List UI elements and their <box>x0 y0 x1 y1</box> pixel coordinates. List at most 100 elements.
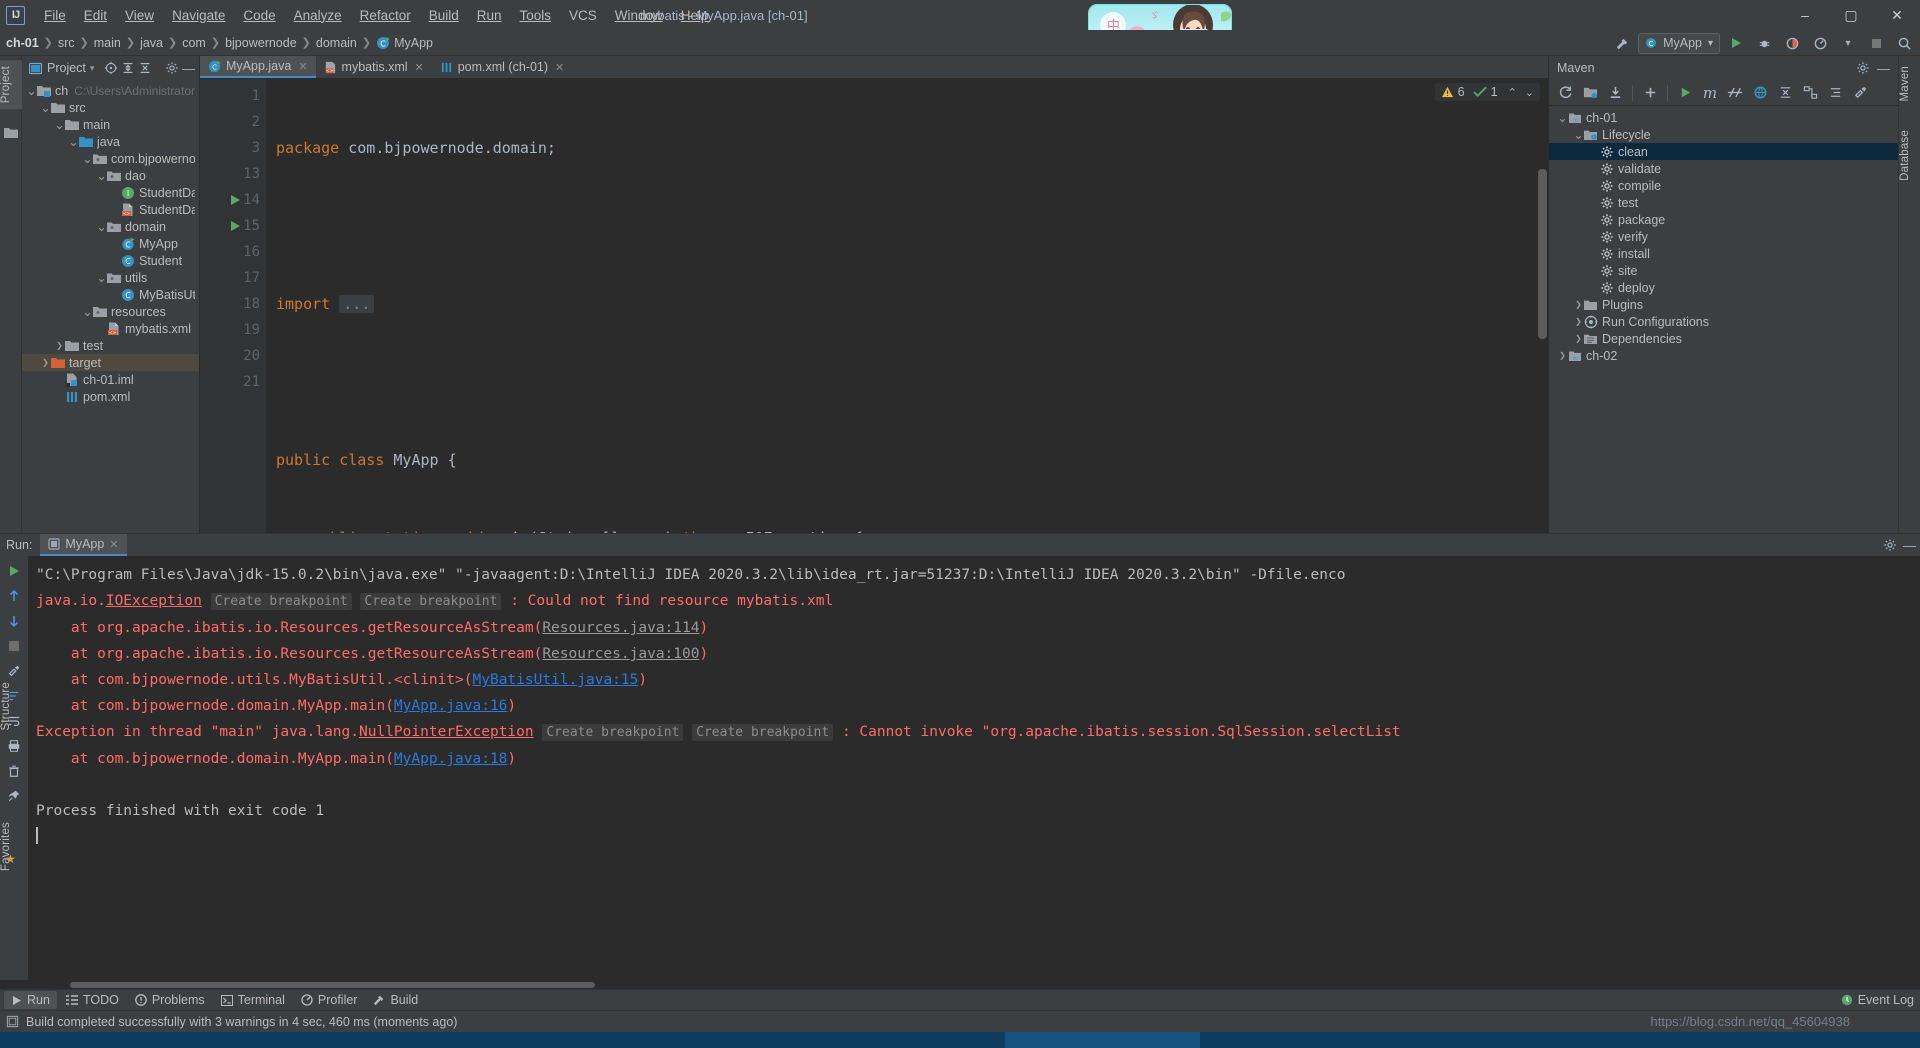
maven-tree-item-install[interactable]: install <box>1549 245 1898 262</box>
minimize-button[interactable]: – <box>1782 0 1828 30</box>
bottom-tab-todo[interactable]: TODO <box>59 991 126 1009</box>
menu-file[interactable]: File <box>35 5 75 26</box>
console-exception-link[interactable]: IOException <box>106 593 202 609</box>
chevron-down-icon[interactable]: ⌄ <box>54 118 65 132</box>
close-icon[interactable]: ✕ <box>555 61 564 74</box>
breadcrumb-item-domain[interactable]: domain <box>316 36 357 50</box>
editor-tab-mybatis-xml[interactable]: <> mybatis.xml ✕ <box>316 56 432 78</box>
menu-edit[interactable]: Edit <box>75 5 116 26</box>
create-breakpoint-chip[interactable]: Create breakpoint <box>210 593 352 610</box>
menu-code[interactable]: Code <box>234 5 284 26</box>
chevron-right-icon[interactable]: ❯ <box>54 340 65 351</box>
project-tool-title[interactable]: Project ▾ <box>25 61 97 76</box>
rerun-icon[interactable] <box>3 560 25 582</box>
gear-icon[interactable] <box>1883 538 1897 552</box>
project-tree-item-src[interactable]: ⌄ src <box>22 99 199 116</box>
gear-icon[interactable] <box>164 61 179 76</box>
maven-tree-item-site[interactable]: site <box>1549 262 1898 279</box>
trash-icon[interactable] <box>3 760 25 782</box>
fold-collapse-icon-line15[interactable] <box>266 213 341 333</box>
menu-view[interactable]: View <box>116 5 163 26</box>
project-tree-item-dao[interactable]: ⌄ dao <box>22 167 199 184</box>
taskbar-active-window[interactable] <box>1005 1032 1200 1048</box>
create-breakpoint-chip[interactable]: Create breakpoint <box>542 724 684 741</box>
breadcrumb-item-com[interactable]: com <box>182 36 206 50</box>
debug-button[interactable] <box>1752 32 1776 54</box>
project-tree-item-studentdao[interactable]: I StudentDao <box>22 184 199 201</box>
editor-tab-myapp-java[interactable]: C MyApp.java ✕ <box>200 56 316 78</box>
chevron-right-icon[interactable]: ❯ <box>1573 299 1584 310</box>
maximize-button[interactable]: ▢ <box>1828 0 1874 30</box>
project-tree-item-test[interactable]: ❯ test <box>22 337 199 354</box>
prev-problem-icon[interactable]: ⌃ <box>1508 86 1517 99</box>
stop-icon[interactable] <box>3 635 25 657</box>
code-text-area[interactable]: package com.bjpowernode.domain; import .… <box>266 79 1548 533</box>
project-tree-item-resources[interactable]: ⌄ resources <box>22 303 199 320</box>
project-tree-item-utils[interactable]: ⌄ utils <box>22 269 199 286</box>
chevron-down-icon[interactable]: ⌄ <box>96 271 107 285</box>
console-stacktrace-link[interactable]: Resources.java:114 <box>542 620 699 636</box>
sidebar-tab-database[interactable]: Database <box>1899 124 1920 187</box>
maven-tree-item-run-configurations[interactable]: ❯ Run Configurations <box>1549 313 1898 330</box>
bottom-tab-run[interactable]: Run <box>4 991 57 1009</box>
maven-tree-item-ch-02[interactable]: ❯ m ch-02 <box>1549 347 1898 364</box>
project-tree-item-target[interactable]: ❯ target <box>22 354 199 371</box>
reimport-icon[interactable] <box>1553 82 1577 104</box>
code-editor[interactable]: 1 2 3 13 14 15 16 17 18 19 20 21 package… <box>200 79 1548 533</box>
chevron-down-icon[interactable]: ⌄ <box>82 305 93 319</box>
settings-icon[interactable] <box>1848 82 1872 104</box>
event-log-button[interactable]: Event Log <box>1841 993 1914 1007</box>
next-problem-icon[interactable]: ⌄ <box>1525 86 1534 99</box>
sidebar-tab-project[interactable]: Project <box>0 60 22 110</box>
maven-tree-item-verify[interactable]: verify <box>1549 228 1898 245</box>
project-tree-item-com-bjpowernode[interactable]: ⌄ com.bjpowernode <box>22 150 199 167</box>
hide-panel-icon[interactable]: — <box>1877 61 1890 76</box>
collapse-all-icon[interactable] <box>1773 82 1797 104</box>
project-tree-item-ch-01[interactable]: ⌄ ch-01 C:\Users\Administrator <box>22 82 199 99</box>
toggle-skip-tests-icon[interactable] <box>1723 82 1747 104</box>
inspection-status-widget[interactable]: 6 1 ⌃ ⌄ <box>1434 83 1540 101</box>
bottom-tab-problems[interactable]: Problems <box>128 991 212 1009</box>
console-stacktrace-link[interactable]: MyApp.java:16 <box>394 698 508 714</box>
chevron-right-icon[interactable]: ❯ <box>1557 350 1568 361</box>
chevron-down-icon[interactable]: ⌄ <box>26 84 37 98</box>
maven-tree-item-validate[interactable]: validate <box>1549 160 1898 177</box>
close-icon[interactable]: ✕ <box>415 61 424 74</box>
chevron-down-icon[interactable]: ▾ <box>1836 32 1860 54</box>
chevron-right-icon[interactable]: ❯ <box>1573 333 1584 344</box>
chevron-down-icon[interactable]: ⌄ <box>1557 111 1568 125</box>
project-tree-item-ch-01-iml[interactable]: ch-01.iml <box>22 371 199 388</box>
hide-panel-icon[interactable]: — <box>1903 538 1916 553</box>
chevron-down-icon[interactable]: ⌄ <box>96 169 107 183</box>
create-breakpoint-chip[interactable]: Create breakpoint <box>360 593 502 610</box>
menu-refactor[interactable]: Refactor <box>351 5 420 26</box>
breadcrumb-item-src[interactable]: src <box>58 36 75 50</box>
maven-tree-item-compile[interactable]: compile <box>1549 177 1898 194</box>
sidebar-tab-structure[interactable]: Structure <box>0 676 22 736</box>
gear-icon[interactable] <box>1856 61 1870 75</box>
maven-project-tree[interactable]: ⌄ m ch-01 ⌄ Lifecycle clean validate compile tes… <box>1549 106 1898 533</box>
add-maven-project-icon[interactable] <box>1638 82 1662 104</box>
breadcrumb-item-bjpowernode[interactable]: bjpowernode <box>225 36 297 50</box>
scroll-from-source-icon[interactable] <box>103 61 118 76</box>
project-tree-item-domain[interactable]: ⌄ domain <box>22 218 199 235</box>
download-sources-icon[interactable] <box>1603 82 1627 104</box>
breadcrumb-item-java[interactable]: java <box>140 36 163 50</box>
menu-run[interactable]: Run <box>468 5 511 26</box>
chevron-down-icon[interactable]: ⌄ <box>96 220 107 234</box>
hide-panel-icon[interactable]: — <box>181 61 196 76</box>
create-breakpoint-chip[interactable]: Create breakpoint <box>692 724 834 741</box>
project-file-tree[interactable]: ⌄ ch-01 C:\Users\Administrator ⌄ src ⌄ main ⌄ ja… <box>22 80 199 533</box>
project-tree-item-student[interactable]: C Student <box>22 252 199 269</box>
project-tree-item-java[interactable]: ⌄ java <box>22 133 199 150</box>
breadcrumb-item-ch01[interactable]: ch-01 <box>6 36 39 50</box>
close-icon[interactable]: ✕ <box>109 538 118 551</box>
console-stacktrace-link[interactable]: MyBatisUtil.java:15 <box>473 672 639 688</box>
collapse-all-icon[interactable] <box>137 61 152 76</box>
breadcrumb-item-main[interactable]: main <box>94 36 121 50</box>
chevron-right-icon[interactable]: ❯ <box>40 357 51 368</box>
chevron-down-icon[interactable]: ⌄ <box>68 135 79 149</box>
console-exception-link[interactable]: NullPointerException <box>359 724 534 740</box>
chevron-down-icon[interactable]: ⌄ <box>82 152 93 166</box>
profiler-button[interactable] <box>1808 32 1832 54</box>
